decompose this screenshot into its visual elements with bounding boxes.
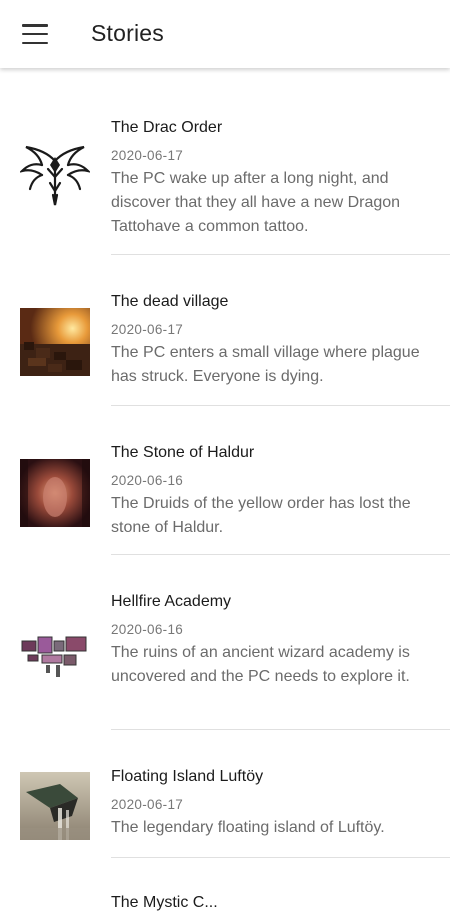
glowing-stone-thumbnail bbox=[20, 459, 90, 527]
story-date: 2020-06-17 bbox=[111, 148, 184, 163]
story-item-partial[interactable]: The Mystic C... bbox=[0, 858, 450, 918]
story-description: The PC wake up after a long night, and d… bbox=[111, 170, 401, 235]
hamburger-menu-icon[interactable] bbox=[22, 22, 48, 46]
story-item-drac-order[interactable]: The Drac Order 2020-06-17 The PC wake up… bbox=[0, 68, 450, 255]
story-description: The ruins of an ancient wizard academy i… bbox=[111, 644, 410, 685]
dragon-tattoo-thumbnail bbox=[20, 143, 90, 211]
story-description: The PC enters a small village where plag… bbox=[111, 344, 420, 385]
page-title: Stories bbox=[91, 20, 164, 46]
floating-island-thumbnail bbox=[20, 772, 90, 840]
story-title: Hellfire Academy bbox=[111, 593, 232, 610]
story-title: The dead village bbox=[111, 293, 229, 310]
story-title: Floating Island Luftöy bbox=[111, 768, 264, 785]
story-description: The legendary floating island of Luftöy. bbox=[111, 819, 385, 836]
story-title: The Stone of Haldur bbox=[111, 444, 255, 461]
story-title: The Mystic C... bbox=[111, 894, 218, 911]
story-title: The Drac Order bbox=[111, 119, 223, 136]
story-date: 2020-06-16 bbox=[111, 622, 184, 637]
app-bar: Stories bbox=[0, 0, 450, 68]
story-item-floating-island[interactable]: Floating Island Luftöy 2020-06-17 The le… bbox=[0, 730, 450, 858]
story-item-hellfire-academy[interactable]: Hellfire Academy 2020-06-16 The ruins of… bbox=[0, 555, 450, 730]
burning-village-thumbnail bbox=[20, 308, 90, 376]
story-item-stone-of-haldur[interactable]: The Stone of Haldur 2020-06-16 The Druid… bbox=[0, 406, 450, 555]
story-date: 2020-06-16 bbox=[111, 473, 184, 488]
story-item-dead-village[interactable]: The dead village 2020-06-17 The PC enter… bbox=[0, 255, 450, 406]
dungeon-map-thumbnail bbox=[20, 619, 90, 687]
story-date: 2020-06-17 bbox=[111, 322, 184, 337]
story-description: The Druids of the yellow order has lost … bbox=[111, 495, 411, 536]
story-date: 2020-06-17 bbox=[111, 797, 184, 812]
